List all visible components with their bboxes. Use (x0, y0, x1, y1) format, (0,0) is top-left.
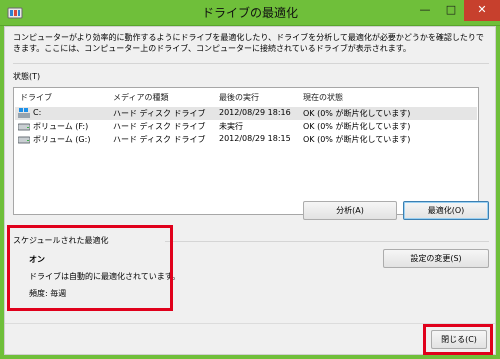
optimize-button[interactable]: 最適化(O) (403, 201, 489, 220)
title-bar: ドライブの最適化 — □ ✕ (0, 0, 500, 26)
drive-name: ボリューム (G:) (33, 135, 91, 144)
maximize-button[interactable]: □ (438, 0, 464, 21)
window-close-button[interactable]: ✕ (464, 0, 500, 21)
window-frame-right (496, 26, 500, 359)
description-text: コンピューターがより効率的に動作するようにドライブを最適化したり、ドライブを分析… (13, 33, 484, 53)
system-drive-icon (18, 108, 30, 118)
change-settings-button[interactable]: 設定の変更(S) (383, 249, 489, 268)
dialog-body: コンピューターがより効率的に動作するようにドライブを最適化したり、ドライブを分析… (4, 26, 496, 355)
schedule-highlight-box (7, 225, 173, 311)
window-frame-bottom (0, 355, 500, 359)
close-button-highlight-box (423, 324, 493, 355)
table-row[interactable]: ボリューム (G:) ハード ディスク ドライブ 2012/08/29 18:1… (15, 133, 477, 146)
drive-name: C: (33, 108, 42, 117)
hard-drive-icon (18, 123, 30, 131)
analyze-button[interactable]: 分析(A) (303, 201, 397, 220)
divider (165, 241, 489, 242)
column-header-current-state[interactable]: 現在の状態 (303, 92, 343, 103)
dialog-footer: 閉じる(C) (5, 323, 495, 354)
drive-name: ボリューム (F:) (33, 122, 89, 131)
hard-drive-icon (18, 136, 30, 144)
table-row[interactable]: C: ハード ディスク ドライブ 2012/08/29 18:16 OK (0%… (15, 107, 477, 120)
last-run: 未実行 (219, 122, 243, 131)
table-row[interactable]: ボリューム (F:) ハード ディスク ドライブ 未実行 OK (0% が断片化… (15, 120, 477, 133)
current-state: OK (0% が断片化しています) (303, 109, 411, 118)
minimize-button[interactable]: — (412, 0, 438, 21)
status-label: 状態(T) (13, 72, 41, 81)
last-run: 2012/08/29 18:16 (219, 108, 291, 117)
media-type: ハード ディスク ドライブ (113, 109, 206, 118)
current-state: OK (0% が断片化しています) (303, 122, 411, 131)
last-run: 2012/08/29 18:15 (219, 134, 291, 143)
drive-list[interactable]: ドライブ メディアの種類 最後の実行 現在の状態 C: ハード ディスク ドライ… (13, 87, 479, 215)
divider (13, 63, 489, 64)
column-header-drive[interactable]: ドライブ (20, 92, 52, 103)
column-header-media-type[interactable]: メディアの種類 (113, 92, 168, 103)
current-state: OK (0% が断片化しています) (303, 135, 411, 144)
column-header-last-run[interactable]: 最後の実行 (219, 92, 259, 103)
media-type: ハード ディスク ドライブ (113, 135, 206, 144)
media-type: ハード ディスク ドライブ (113, 122, 206, 131)
